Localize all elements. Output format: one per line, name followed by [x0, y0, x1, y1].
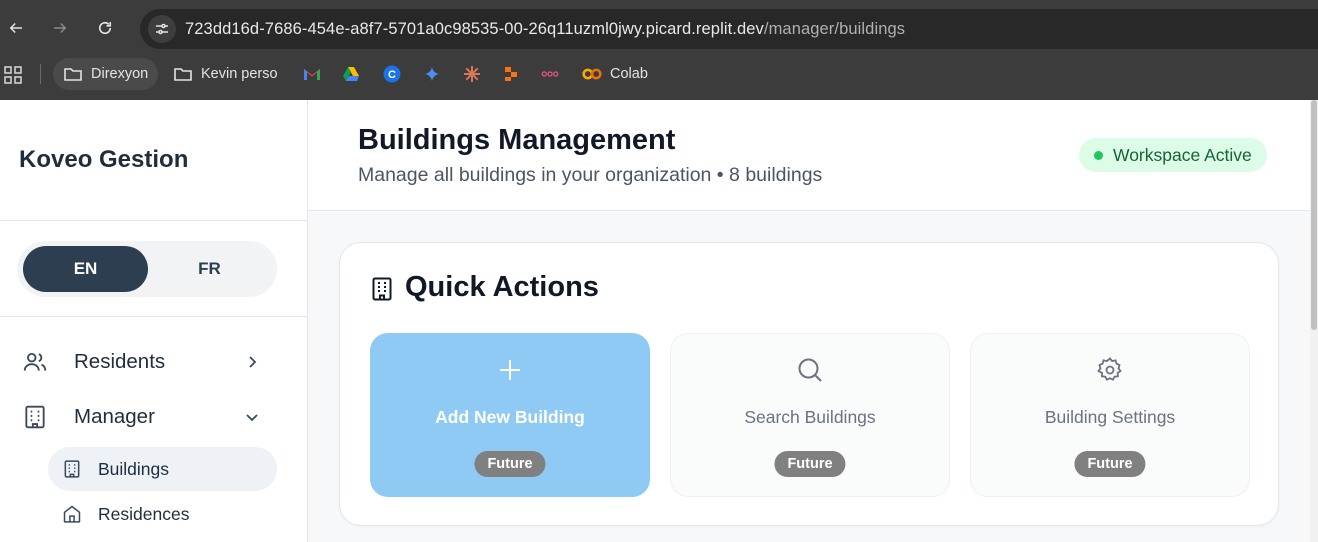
page-subtitle: Manage all buildings in your organizatio…	[358, 164, 823, 186]
status-dot-icon	[1094, 150, 1103, 160]
lang-en-button[interactable]: EN	[23, 246, 148, 292]
future-badge: Future	[1074, 451, 1146, 477]
building-icon	[372, 277, 392, 301]
drive-icon[interactable]	[342, 65, 360, 83]
forward-arrow-icon	[54, 22, 67, 34]
future-badge: Future	[774, 451, 846, 477]
address-bar[interactable]: 723dd16d-7686-454e-a8f7-5701a0c98535-00-…	[140, 9, 1318, 49]
bookmark-kevin-perso[interactable]: Kevin perso	[163, 58, 288, 90]
tile-label: Search Buildings	[744, 407, 876, 427]
reload-button[interactable]	[91, 14, 119, 42]
building-icon	[25, 405, 45, 429]
tile-label: Building Settings	[1044, 407, 1176, 427]
language-switcher: EN FR	[17, 241, 277, 297]
bookmark-label: Kevin perso	[201, 66, 278, 82]
c-app-icon[interactable]: C	[383, 65, 401, 83]
add-building-tile[interactable]: Add New Building Future	[370, 333, 650, 497]
claude-icon[interactable]	[463, 65, 481, 83]
colab-icon	[582, 68, 602, 80]
orange-tool-icon[interactable]	[503, 65, 521, 83]
search-icon	[798, 358, 822, 382]
building-icon	[64, 460, 80, 478]
page-scrollbar[interactable]	[1310, 100, 1318, 542]
url-host: 723dd16d-7686-454e-a8f7-5701a0c98535-00-…	[185, 20, 764, 38]
sidebar-divider	[0, 316, 307, 317]
apps-grid-icon[interactable]	[4, 66, 22, 84]
sidebar-subitem-label: Buildings	[98, 458, 170, 479]
folder-icon	[64, 68, 82, 81]
sidebar-subitem-buildings[interactable]: Buildings	[48, 447, 277, 491]
chevron-down-icon	[246, 414, 258, 422]
site-settings-icon[interactable]	[148, 15, 176, 43]
back-arrow-icon	[9, 22, 22, 34]
quick-actions-title: Quick Actions	[405, 271, 599, 303]
workspace-status-badge: Workspace Active	[1079, 138, 1267, 172]
svg-text:C: C	[388, 69, 396, 81]
sidebar-item-label: Manager	[74, 405, 155, 428]
future-badge: Future	[474, 451, 546, 477]
url-text: 723dd16d-7686-454e-a8f7-5701a0c98535-00-…	[185, 20, 905, 39]
gemini-icon[interactable]	[423, 65, 441, 83]
tile-label: Add New Building	[435, 407, 585, 427]
page-header: Buildings Management Manage all building…	[308, 100, 1310, 211]
chevron-right-icon	[249, 356, 257, 368]
sidebar-subitem-label: Residences	[98, 503, 190, 524]
quick-actions-card: Quick Actions Add New Building Future Se…	[339, 242, 1279, 526]
building-settings-tile[interactable]: Building Settings Future	[970, 333, 1250, 497]
status-label: Workspace Active	[1113, 144, 1252, 165]
sidebar-divider	[0, 220, 307, 221]
brand-name: Koveo Gestion	[19, 146, 189, 173]
search-buildings-tile[interactable]: Search Buildings Future	[670, 333, 950, 497]
gmail-icon[interactable]	[303, 65, 321, 83]
browser-toolbar: 723dd16d-7686-454e-a8f7-5701a0c98535-00-…	[0, 0, 1318, 56]
sidebar-item-label: Residents	[74, 350, 166, 373]
main-content: Buildings Management Manage all building…	[308, 100, 1310, 542]
url-path: /manager/buildings	[763, 20, 906, 38]
bookmark-direxyon[interactable]: Direxyon	[53, 58, 159, 90]
scrollbar-thumb[interactable]	[1311, 100, 1317, 330]
back-button[interactable]	[2, 14, 30, 42]
bookmarks-separator	[40, 64, 41, 84]
bookmark-colab[interactable]: Colab	[572, 58, 658, 90]
forward-button[interactable]	[46, 14, 74, 42]
lang-fr-button[interactable]: FR	[147, 246, 272, 292]
app-page: Koveo Gestion EN FR Residents Manager Bu…	[0, 100, 1318, 542]
sidebar-subitem-residences[interactable]: Residences	[48, 492, 277, 536]
plus-icon	[500, 360, 520, 380]
bookmarks-bar: Direxyon Kevin perso C Colab	[0, 56, 1318, 100]
sidebar: Koveo Gestion EN FR Residents Manager Bu…	[0, 100, 308, 542]
sidebar-item-manager[interactable]: Manager	[22, 397, 272, 437]
link-tool-icon[interactable]	[541, 65, 559, 83]
gear-icon	[1097, 357, 1122, 381]
bookmark-label: Direxyon	[91, 66, 149, 82]
folder-icon	[174, 68, 192, 81]
reload-icon	[98, 21, 112, 35]
page-title: Buildings Management	[358, 124, 676, 156]
sidebar-item-residents[interactable]: Residents	[22, 342, 272, 382]
home-icon	[63, 505, 81, 523]
bookmark-label: Colab	[610, 66, 648, 82]
users-icon	[23, 352, 47, 371]
